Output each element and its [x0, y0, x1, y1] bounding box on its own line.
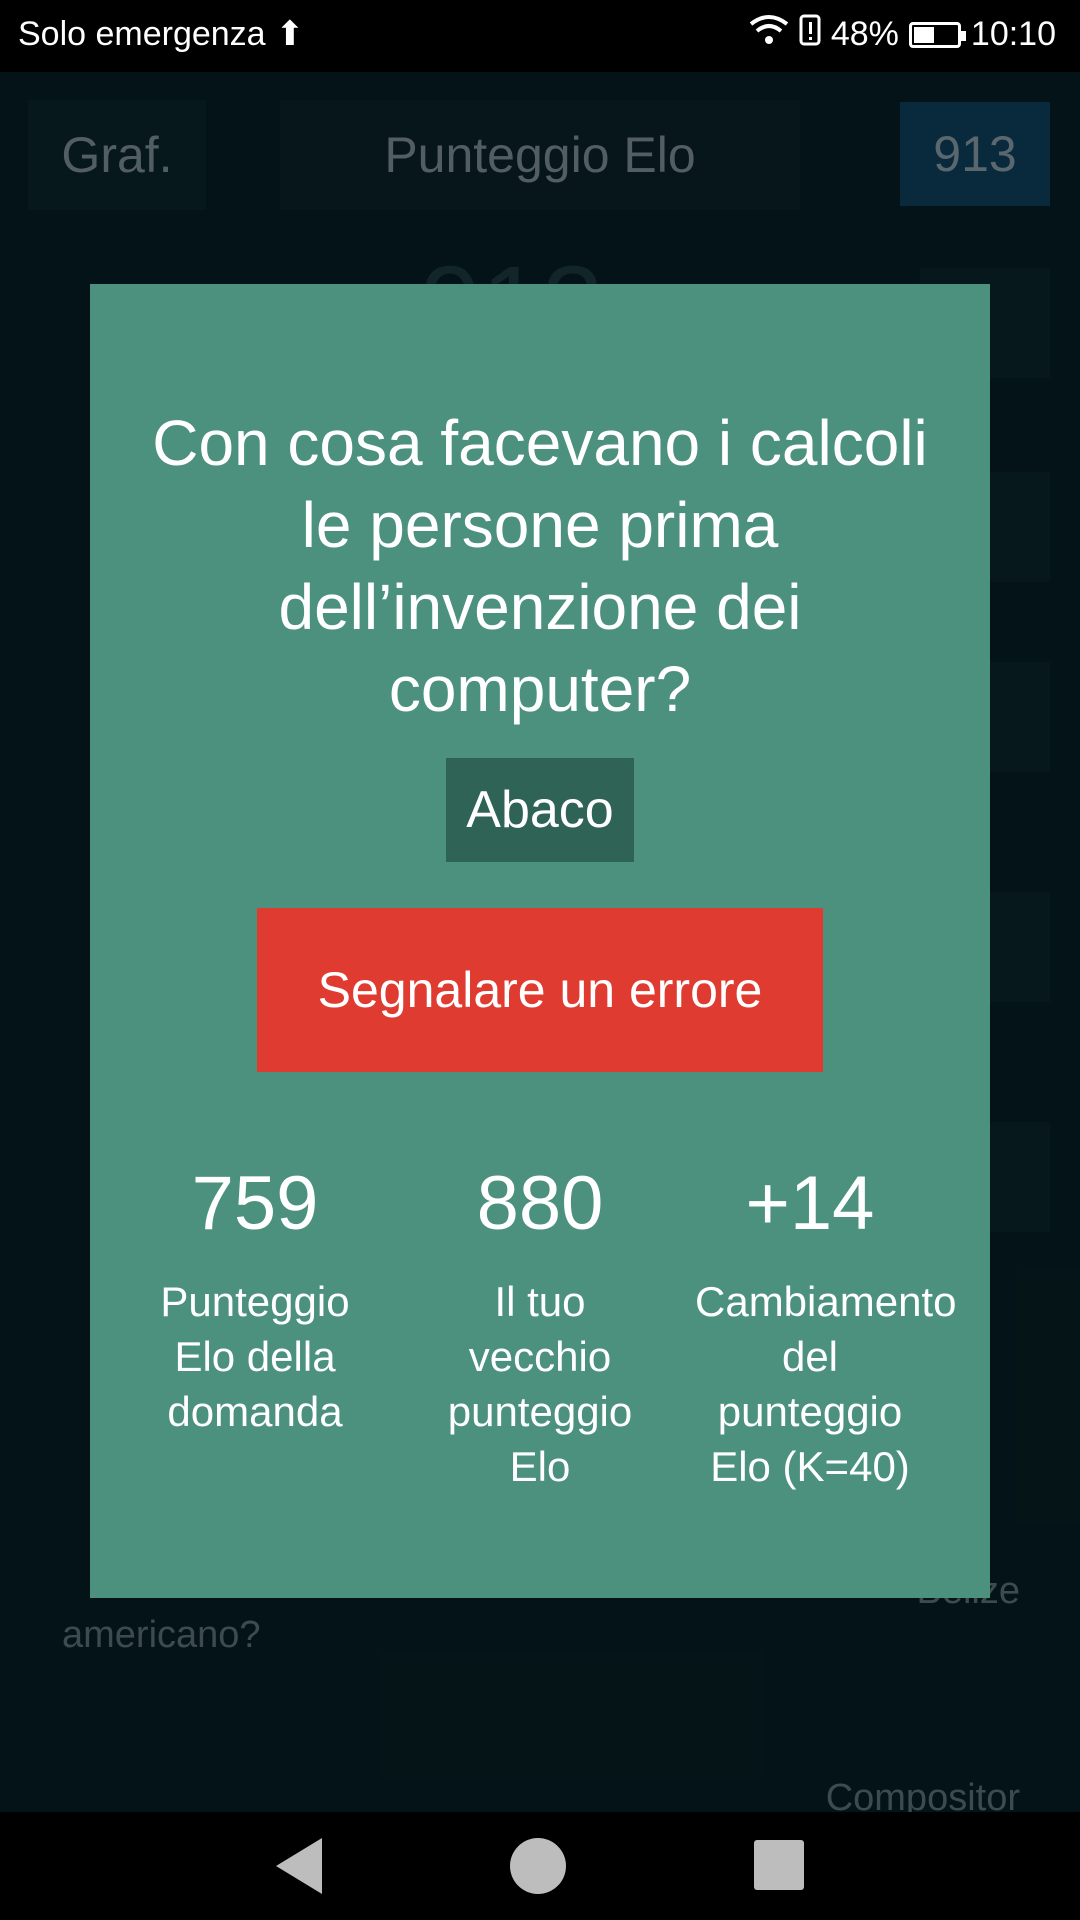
carrier-label: Solo emergenza — [18, 14, 266, 53]
battery-icon — [908, 21, 966, 48]
clock: 10:10 — [970, 15, 1056, 53]
stat-value: +14 — [745, 1161, 875, 1246]
stat-label: Il tuo vecchio punteggio Elo — [447, 1278, 633, 1490]
stat-question-elo: 759 Punteggio Elo della domanda — [140, 1154, 370, 1439]
result-dialog: Con cosa facevano i calcoli le persone p… — [90, 284, 990, 1598]
stat-label: Punteggio Elo della domanda — [160, 1278, 350, 1435]
battery-percent: 48% — [830, 15, 899, 53]
stat-label: Cambiamento del punteggio Elo (K=40) — [695, 1278, 957, 1490]
wifi-icon — [749, 14, 789, 55]
report-error-button[interactable]: Segnalare un errore — [257, 908, 823, 1072]
status-bar: Solo emergenza ⬆ 48% 10:10 — [0, 0, 1080, 72]
sim-alert-icon — [799, 14, 821, 55]
question-text: Con cosa facevano i calcoli le persone p… — [152, 407, 928, 725]
recents-icon[interactable] — [754, 1840, 804, 1890]
home-icon[interactable] — [510, 1838, 566, 1894]
upload-icon: ⬆ — [275, 15, 305, 53]
stat-value: 759 — [191, 1161, 319, 1246]
stat-value: 880 — [476, 1161, 604, 1246]
answer-label: Abaco — [446, 758, 634, 862]
stat-elo-change: +14 Cambiamento del punteggio Elo (K=40) — [695, 1154, 957, 1494]
stat-old-elo: 880 Il tuo vecchio punteggio Elo — [425, 1154, 655, 1494]
back-icon[interactable] — [276, 1838, 322, 1894]
